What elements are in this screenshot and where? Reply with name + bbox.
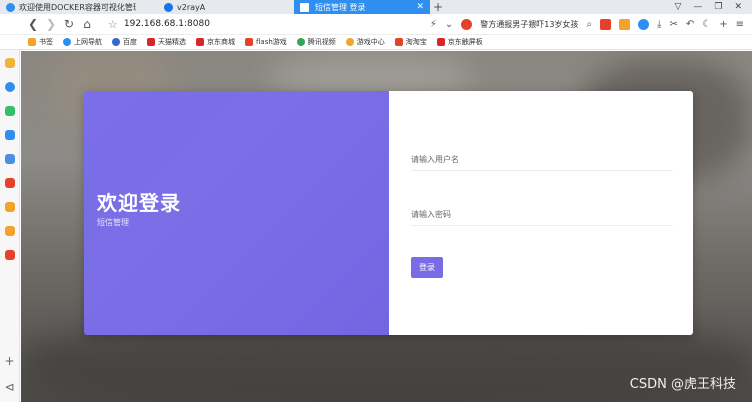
gamepad-icon	[345, 38, 354, 46]
bookmark-label: 上网导航	[74, 38, 102, 46]
night-mode-icon[interactable]: ☾	[702, 19, 711, 30]
bookmark-item[interactable]: 游戏中心	[345, 37, 385, 47]
search-icon[interactable]: ⌕	[586, 19, 592, 30]
bookmark-label: 书签	[39, 38, 53, 46]
minimize-button[interactable]: —	[693, 2, 702, 12]
taobao-icon	[394, 38, 403, 46]
translate-icon[interactable]	[638, 18, 650, 30]
login-form: 登录	[389, 91, 693, 335]
tmall-icon	[147, 38, 155, 46]
flash-icon	[245, 38, 253, 46]
tab-label: 短信管理 登录	[315, 2, 366, 12]
shield-icon[interactable]: ▽	[674, 2, 681, 12]
bookmark-label: 京东商城	[207, 38, 235, 46]
jd-touch-icon	[436, 38, 445, 46]
search-tool-icon[interactable]	[4, 202, 15, 212]
video-icon	[296, 38, 305, 46]
bookmark-item[interactable]: flash游戏	[245, 37, 287, 47]
bookmark-label: 腾讯视频	[307, 38, 336, 46]
screenshot-icon[interactable]	[4, 250, 15, 260]
window-controls: ▽ — ❐ ✕	[674, 0, 752, 14]
wechat-icon[interactable]	[4, 106, 15, 116]
news-ticker[interactable]: 警方通报男子猥吓13岁女孩	[480, 19, 578, 30]
sidebar-bottom: + ⊲	[4, 354, 14, 402]
back-icon[interactable]: ❮	[24, 17, 42, 31]
close-window-button[interactable]: ✕	[734, 2, 742, 12]
bookmark-label: flash游戏	[256, 38, 287, 46]
star-icon	[28, 38, 36, 46]
address-bar: ❮ ❯ ↻ ⌂ ☆ 192.168.68.1:8080 ⚡ ⌄ 警方通报男子猥吓…	[0, 14, 752, 35]
bookmarks-bar: 书签 上网导航 百度 天猫精选 京东商城 flash游戏 腾讯视频 游戏中心 淘…	[0, 35, 752, 50]
forward-icon[interactable]: ❯	[42, 17, 60, 31]
add-icon[interactable]: +	[719, 19, 727, 30]
page-tab-icon	[300, 2, 309, 12]
page-background: 欢迎登录 短信管理 登录 CSDN @虎王科技	[21, 51, 752, 402]
clock-icon[interactable]	[4, 82, 15, 92]
bookmark-item[interactable]: 天猫精选	[147, 37, 186, 47]
menu-icon[interactable]: ≡	[736, 19, 744, 30]
cloud-icon[interactable]	[4, 154, 15, 164]
bookmark-label: 天猫精选	[158, 38, 186, 46]
tab-label: v2rayA	[177, 2, 206, 12]
maximize-button[interactable]: ❐	[714, 2, 722, 12]
bookmark-label: 京东触屏板	[447, 38, 483, 46]
bookmark-item[interactable]: 书签	[28, 37, 53, 47]
tab-v2raya[interactable]: v2rayA	[158, 0, 294, 14]
watermark: CSDN @虎王科技	[629, 377, 736, 392]
password-input[interactable]	[411, 204, 673, 226]
lightning-icon[interactable]: ⚡	[430, 19, 437, 30]
bookmark-star-icon[interactable]: ☆	[108, 18, 118, 31]
bookmark-item[interactable]: 百度	[112, 37, 137, 47]
close-tab-icon[interactable]: ✕	[416, 2, 424, 12]
welcome-subtitle: 短信管理	[97, 218, 129, 227]
login-card: 欢迎登录 短信管理 登录	[84, 91, 693, 335]
bookmark-label: 百度	[123, 38, 137, 46]
download-icon[interactable]: ⤓	[657, 19, 661, 30]
pdf-icon[interactable]	[4, 178, 15, 188]
upload-icon[interactable]	[4, 130, 15, 140]
welcome-title: 欢迎登录	[97, 191, 181, 215]
reload-icon[interactable]: ↻	[60, 17, 78, 31]
bookmark-label: 淘淘宝	[405, 38, 427, 46]
collapse-icon[interactable]: ⊲	[4, 380, 14, 394]
new-tab-button[interactable]: +	[430, 0, 446, 14]
scissors-icon[interactable]: ✂	[669, 19, 677, 30]
extension-icon[interactable]	[600, 18, 612, 30]
notes-icon[interactable]	[4, 226, 15, 236]
nav-icon	[63, 38, 71, 46]
bookmark-item[interactable]: 京东商城	[196, 37, 235, 47]
bookmark-label: 游戏中心	[356, 38, 385, 46]
qq-browser-icon[interactable]	[4, 58, 15, 68]
tab-bar: 欢迎使用DOCKER容器可视化管理主 v2rayA 短信管理 登录 ✕ + ▽ …	[0, 0, 752, 14]
chevron-down-icon[interactable]: ⌄	[445, 19, 453, 30]
tab-label: 欢迎使用DOCKER容器可视化管理主	[19, 2, 136, 12]
url-field[interactable]: 192.168.68.1:8080	[124, 19, 210, 29]
search-engine-icon[interactable]	[461, 18, 473, 30]
bookmark-item[interactable]: 腾讯视频	[296, 37, 336, 47]
bookmark-item[interactable]: 淘淘宝	[394, 37, 427, 47]
add-sidebar-icon[interactable]: +	[4, 354, 14, 368]
undo-icon[interactable]: ↶	[686, 19, 694, 30]
home-icon[interactable]: ⌂	[78, 17, 96, 31]
tab-docker[interactable]: 欢迎使用DOCKER容器可视化管理主	[0, 0, 136, 14]
tab-sms-login[interactable]: 短信管理 登录 ✕	[294, 0, 430, 14]
game-icon[interactable]	[619, 18, 631, 30]
welcome-panel: 欢迎登录 短信管理	[84, 91, 389, 335]
browser-sidebar: + ⊲	[0, 50, 20, 402]
v2raya-tab-icon	[164, 2, 173, 12]
baidu-icon	[112, 38, 120, 46]
bookmark-item[interactable]: 上网导航	[63, 37, 102, 47]
login-button[interactable]: 登录	[411, 257, 443, 278]
jd-icon	[196, 38, 204, 46]
username-input[interactable]	[411, 149, 673, 171]
docker-tab-icon	[6, 2, 15, 12]
bookmark-item[interactable]: 京东触屏板	[436, 37, 483, 47]
address-tools: ⚡ ⌄ 警方通报男子猥吓13岁女孩 ⌕ ⤓ ✂ ↶ ☾ + ≡	[430, 18, 752, 30]
